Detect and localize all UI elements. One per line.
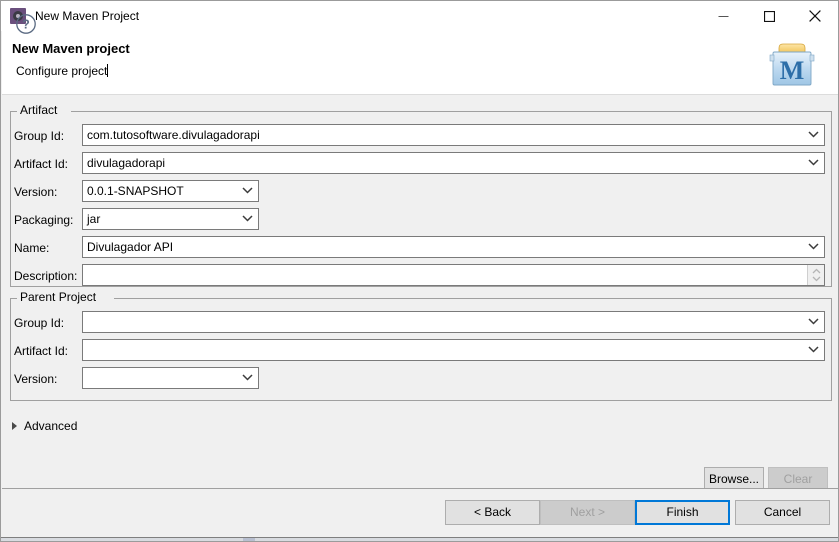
version-input[interactable]: 0.0.1-SNAPSHOT [82,180,259,202]
artifact-id-input[interactable]: divulagadorapi [82,152,825,174]
label-group-id: Group Id: [14,129,65,143]
next-button[interactable]: Next > [540,500,635,525]
description-spinner[interactable] [807,265,824,285]
dialog-header: New Maven project Configure project M [2,31,838,95]
parent-project-group-legend: Parent Project [20,290,97,304]
text-caret [107,64,109,77]
advanced-label: Advanced [24,419,78,433]
group-id-input[interactable]: com.tutosoftware.divulagadorapi [82,124,825,146]
desktop-sliver [1,537,838,541]
label-packaging: Packaging: [14,213,74,227]
minimize-icon [718,15,728,17]
artifact-group-legend: Artifact [20,103,58,117]
label-name: Name: [14,241,50,255]
label-parent-version: Version: [14,372,58,386]
close-button[interactable] [792,1,838,31]
window-title: New Maven Project [35,9,140,23]
parent-artifact-id-input[interactable] [82,339,825,361]
page-subtitle: Configure project [16,64,109,78]
label-description: Description: [14,269,78,283]
label-parent-artifact-id: Artifact Id: [14,344,69,358]
spinner-arrows-icon [812,268,821,282]
finish-button[interactable]: Finish [635,500,730,525]
label-artifact-id: Artifact Id: [14,157,69,171]
page-subtitle-text: Configure project [16,64,108,78]
back-button[interactable]: < Back [445,500,540,525]
chevron-right-icon [12,422,17,430]
svg-text:M: M [780,56,805,85]
page-title: New Maven project [12,41,130,56]
packaging-input[interactable]: jar [82,208,259,230]
dialog-content: Artifact Group Id: com.tutosoftware.divu… [2,95,838,491]
label-version: Version: [14,185,58,199]
advanced-expander[interactable]: Advanced [10,417,77,435]
label-parent-group-id: Group Id: [14,316,65,330]
close-icon [809,10,821,22]
description-input[interactable] [82,264,825,286]
new-maven-project-dialog: New Maven Project New Maven project Conf… [0,0,839,542]
maximize-button[interactable] [746,1,792,31]
parent-version-input[interactable] [82,367,259,389]
maven-folder-logo: M [769,43,815,86]
maximize-icon [763,10,775,22]
help-question-icon[interactable]: ? [15,13,37,35]
taskbar-mark [243,538,255,541]
name-input[interactable]: Divulagador API [82,236,825,258]
cancel-button[interactable]: Cancel [735,500,830,525]
parent-group-id-input[interactable] [82,311,825,333]
minimize-button[interactable] [700,1,746,31]
svg-text:?: ? [22,18,30,32]
